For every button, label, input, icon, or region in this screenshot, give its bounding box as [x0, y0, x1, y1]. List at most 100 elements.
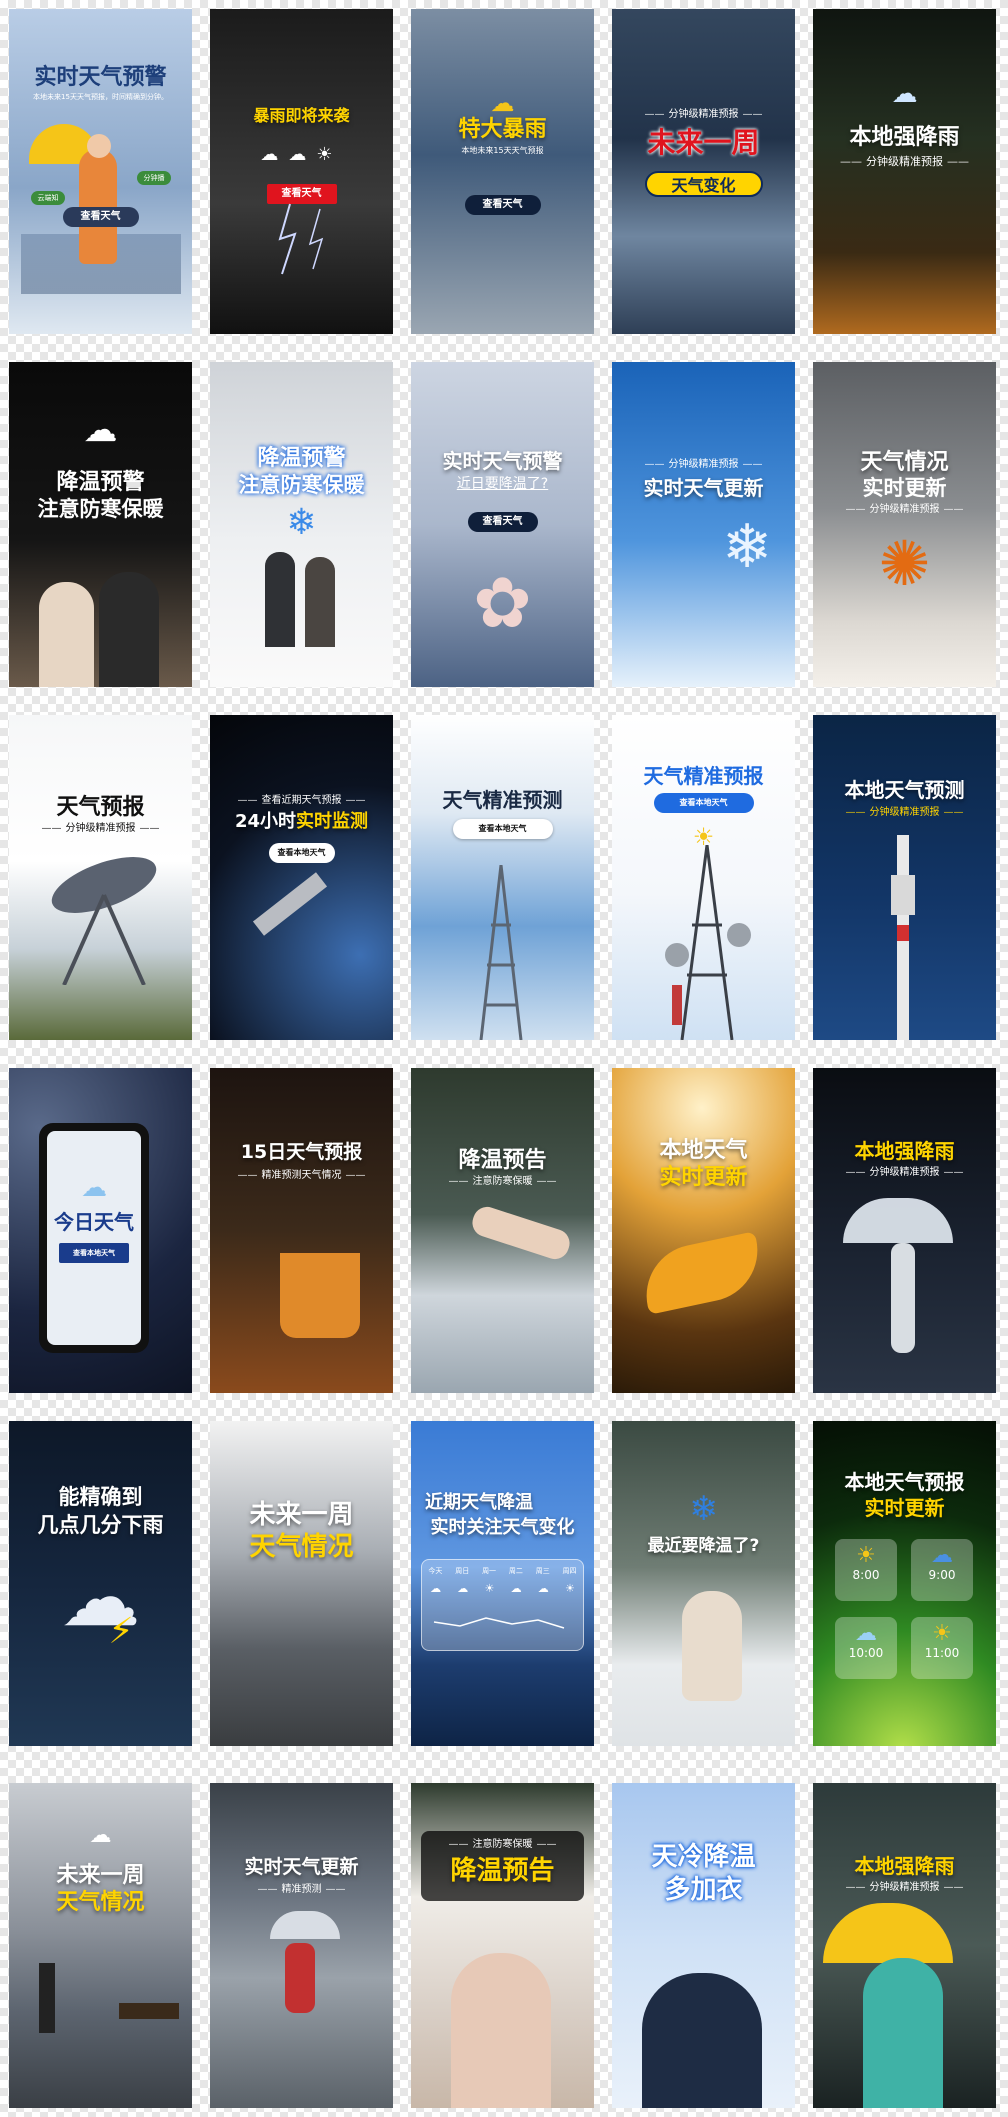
poster-tile[interactable]: 15日天气预报 精准预测天气情况: [210, 1068, 393, 1393]
poster-tile[interactable]: 天冷降温 多加衣: [612, 1783, 795, 2108]
forecast-day: 周三: [535, 1567, 550, 1575]
person-image: [285, 1943, 315, 2013]
poster-tile[interactable]: 暴雨即将来袭 ☁☁☀ 查看天气: [210, 9, 393, 334]
snow-cloud-icon: ☁: [83, 410, 118, 450]
poster-title-line2: 实时关注天气变化: [430, 1517, 575, 1538]
badge-label: 云端知: [31, 191, 65, 205]
poster-tile[interactable]: 本地强降雨 分钟级精准预报: [813, 1783, 996, 2108]
poster-tile[interactable]: ❄ 最近要降温了?: [612, 1421, 795, 1746]
poster-template-grid: 实时天气预警 本地未来15天天气预报，时间精确到分钟。 云端知 分钟播 查看天气…: [0, 0, 1008, 2117]
tower-image: [891, 835, 915, 1040]
hour-card: ☀ 11:00: [911, 1617, 973, 1679]
umbrella-image: [823, 1903, 953, 1963]
poster-tile[interactable]: ☁ 未来一周 天气情况: [9, 1783, 192, 2108]
hour-label: 8:00: [852, 1568, 880, 1582]
poster-subtitle: 查看近期天气预报: [210, 795, 393, 807]
view-local-weather-button[interactable]: 查看本地天气: [59, 1243, 129, 1263]
poster-title-line2: 注意防寒保暖: [238, 473, 365, 497]
poster-title: 天冷降温: [651, 1842, 756, 1872]
hour-card: ☀ 8:00: [835, 1539, 897, 1601]
poster-subtitle: 精准预测天气情况: [210, 1170, 393, 1182]
poster-title-line2: 天气情况: [56, 1890, 145, 1915]
cloud-icon: ☁: [81, 1173, 107, 1203]
poster-tile[interactable]: 注意防寒保暖 降温预告: [411, 1783, 594, 2108]
couple-photo: [9, 542, 192, 687]
poster-tile[interactable]: 本地天气 实时更新: [612, 1068, 795, 1393]
hour-card: ☁ 9:00: [911, 1539, 973, 1601]
cloud-icon: ☁: [537, 1582, 549, 1595]
poster-tile[interactable]: 分钟级精准预报 未来一周 天气变化: [612, 9, 795, 334]
poster-title: 实时天气预警: [442, 449, 563, 473]
temperature-trend-line: [433, 1617, 565, 1629]
poster-tile[interactable]: ☁ 特大暴雨 本地未来15天天气预报 查看天气: [411, 9, 594, 334]
poster-subtitle: 注意防寒保暖: [421, 1839, 584, 1851]
poster-title: 降温预警: [257, 446, 346, 471]
person-image: [642, 1973, 762, 2108]
poster-tile[interactable]: 未来一周 天气情况: [210, 1421, 393, 1746]
hand-image: [468, 1203, 574, 1263]
poster-title-part: 24小时: [234, 811, 297, 832]
poster-tile[interactable]: 本地天气预测 分钟级精准预报: [813, 715, 996, 1040]
poster-subtitle: 近日要降温了?: [456, 476, 549, 492]
poster-tile[interactable]: ☁ 今日天气 查看本地天气: [9, 1068, 192, 1393]
sun-cloud-icon: ☀: [856, 1543, 876, 1568]
poster-title: 降温预告: [450, 1856, 555, 1886]
snowflake-icon: ❄: [689, 1489, 718, 1529]
poster-tile[interactable]: 本地天气预报 实时更新 ☀ 8:00 ☁ 9:00 ☁ 10:00 ☀ 11:0…: [813, 1421, 996, 1746]
poster-tile[interactable]: 降温预警 注意防寒保暖 ❄: [210, 362, 393, 687]
title-panel: 注意防寒保暖 降温预告: [421, 1831, 584, 1901]
poster-title: 能精确到: [58, 1485, 143, 1509]
poster-title: 今日天气: [54, 1210, 134, 1234]
poster-tile[interactable]: 降温预告 注意防寒保暖: [411, 1068, 594, 1393]
poster-tile[interactable]: 实时天气预警 本地未来15天天气预报，时间精确到分钟。 云端知 分钟播 查看天气: [9, 9, 192, 334]
view-local-weather-button[interactable]: 查看本地天气: [653, 793, 754, 813]
poster-tile[interactable]: 天气精准预测 查看本地天气: [411, 715, 594, 1040]
hour-label: 11:00: [924, 1646, 960, 1660]
view-local-weather-button[interactable]: 查看本地天气: [452, 819, 553, 839]
poster-tile[interactable]: 查看近期天气预报 24小时实时监测 查看本地天气: [210, 715, 393, 1040]
umbrella-image: [843, 1198, 953, 1243]
poster-tile[interactable]: 分钟级精准预报 实时天气更新 ❄: [612, 362, 795, 687]
phone-screen: ☁ 今日天气 查看本地天气: [47, 1131, 141, 1345]
poster-tile[interactable]: 能精确到 几点几分下雨 ☁ ⚡: [9, 1421, 192, 1746]
maple-leaf-icon: ✺: [878, 527, 931, 600]
poster-title: 本地强降雨: [849, 125, 960, 150]
poster-tile[interactable]: 天气预报 分钟级精准预报: [9, 715, 192, 1040]
poster-tile[interactable]: 本地强降雨 分钟级精准预报: [813, 1068, 996, 1393]
poster-tile[interactable]: 实时天气预警 近日要降温了? 查看天气 ✿: [411, 362, 594, 687]
poster-title: 天气情况: [860, 450, 949, 475]
forecast-icons-row: ☁ ☁ ☀ ☁ ☁ ☀: [422, 1576, 583, 1595]
poster-tile[interactable]: ☁ 降温预警 注意防寒保暖: [9, 362, 192, 687]
forecast-day: 周四: [562, 1567, 577, 1575]
view-weather-button[interactable]: 查看天气: [62, 207, 139, 227]
cloud-icon: ☁: [457, 1582, 469, 1595]
sun-icon: ☀: [564, 1582, 575, 1595]
poster-title: 本地天气: [659, 1138, 748, 1163]
poster-subtitle: 分钟级精准预报: [813, 1882, 996, 1894]
poster-tile[interactable]: 实时天气更新 精准预测: [210, 1783, 393, 2108]
lightning-icon: ⚡: [108, 1611, 134, 1652]
poster-title-highlight: 实时监测: [296, 811, 369, 832]
snowflake-icon: ❄: [286, 502, 317, 543]
poster-tile[interactable]: 近期天气降温 实时关注天气变化 今天 周日 周一 周二 周三 周四 ☁ ☁ ☀ ☁ ☁ ☀: [411, 1421, 594, 1746]
poster-tile[interactable]: 天气精准预报 查看本地天气 ☀: [612, 715, 795, 1040]
poster-title: 近期天气降温: [425, 1492, 533, 1513]
poster-subtitle: 精准预测: [210, 1884, 393, 1896]
poster-subtitle: 分钟级精准预报: [813, 504, 996, 516]
poster-subtitle: 分钟级精准预报: [813, 807, 996, 819]
sun-icon: ☀: [932, 1621, 952, 1646]
forecast-day: 今天: [428, 1567, 443, 1575]
view-weather-button[interactable]: 查看天气: [464, 195, 541, 215]
poster-tile[interactable]: ☁ 本地强降雨 分钟级精准预报: [813, 9, 996, 334]
forecast-day-row: 今天 周日 周一 周二 周三 周四: [422, 1560, 583, 1576]
poster-subtitle: 分钟级精准预报: [612, 459, 795, 471]
poster-title: 本地强降雨: [854, 1854, 955, 1878]
hour-card: ☁ 10:00: [835, 1617, 897, 1679]
cloud-sun-icons: ☁☁☀: [260, 144, 343, 165]
poster-title: 本地强降雨: [854, 1139, 955, 1163]
view-weather-button[interactable]: 查看天气: [467, 512, 538, 532]
anime-girl-image: [863, 1958, 943, 2108]
coffee-mug-image: [280, 1253, 360, 1338]
view-local-weather-button[interactable]: 查看本地天气: [268, 843, 335, 863]
poster-tile[interactable]: 天气情况 实时更新 分钟级精准预报 ✺: [813, 362, 996, 687]
